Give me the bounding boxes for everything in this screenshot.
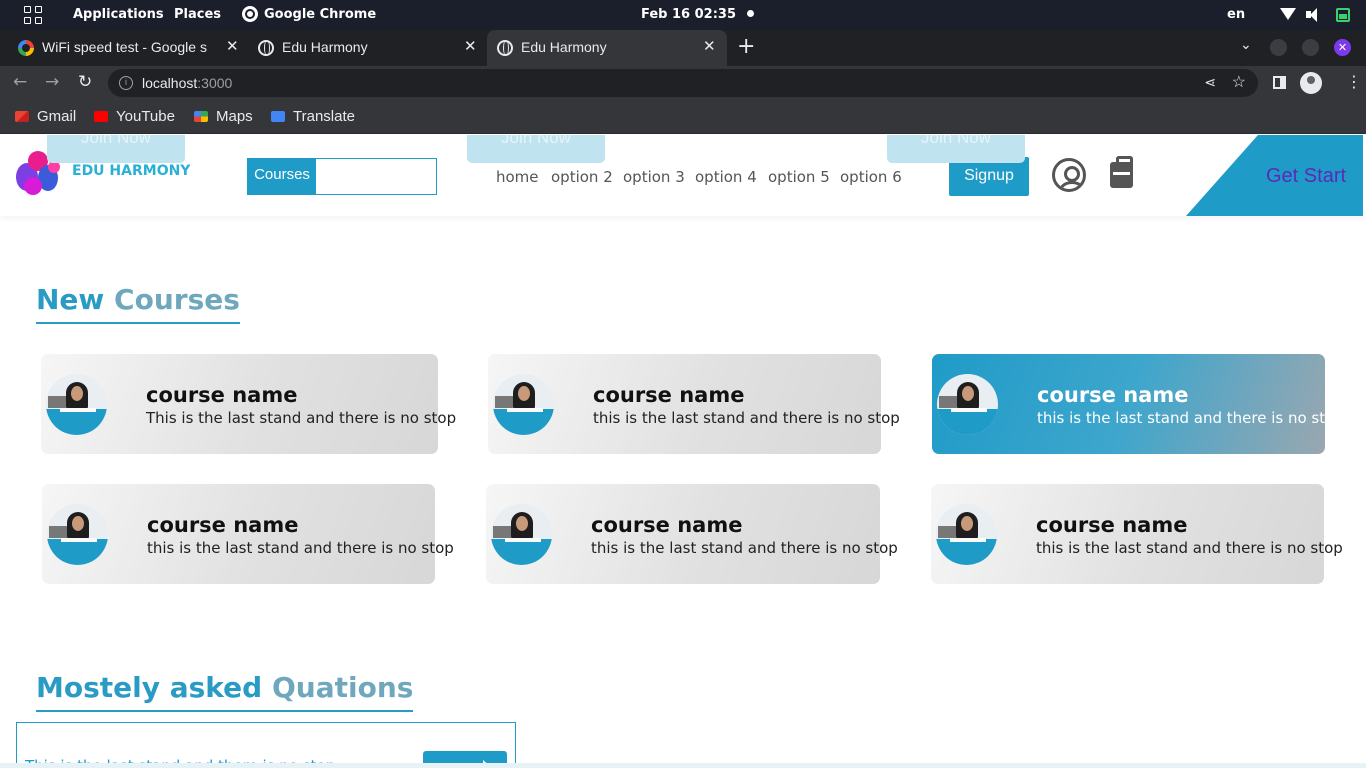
course-name: course name: [146, 383, 298, 407]
course-avatar: [936, 504, 997, 565]
active-app-label[interactable]: Google Chrome: [264, 7, 376, 22]
shopping-bag-icon[interactable]: [1110, 156, 1133, 188]
course-name: course name: [1036, 513, 1188, 537]
course-description: This is the last stand and there is no s…: [146, 409, 457, 427]
places-menu[interactable]: Places: [174, 7, 221, 22]
bookmark-youtube[interactable]: YouTube: [94, 108, 175, 125]
nav-home[interactable]: home: [496, 168, 539, 186]
faq-item[interactable]: This is the last stand and there is no s…: [16, 722, 516, 768]
page-bottom-strip: [0, 763, 1366, 768]
forward-arrow-icon[interactable]: →: [45, 72, 59, 92]
course-search: Courses: [247, 158, 437, 195]
user-account-icon[interactable]: [1052, 158, 1086, 192]
course-description: this is the last stand and there is no s…: [1036, 539, 1343, 557]
battery-icon[interactable]: [1336, 8, 1350, 22]
volume-icon[interactable]: [1306, 8, 1320, 22]
nav-option-6[interactable]: option 6: [840, 168, 902, 186]
join-now-button[interactable]: Join Now: [887, 135, 1025, 163]
nav-option-4[interactable]: option 4: [695, 168, 757, 186]
new-courses-heading: New Courses: [36, 283, 240, 324]
share-icon[interactable]: ⋖: [1204, 74, 1216, 91]
get-start-label: Get Start: [1266, 165, 1347, 187]
notification-dot-icon: [747, 10, 754, 17]
tab-search-chevron-icon[interactable]: ⌄: [1240, 37, 1252, 53]
course-description: this is the last stand and there is no s…: [147, 539, 454, 557]
address-bar[interactable]: i localhost:3000 ⋖ ☆: [108, 69, 1258, 97]
course-description: this is the last stand and there is no s…: [1037, 409, 1344, 427]
gmail-icon: [15, 111, 29, 122]
join-now-button[interactable]: Join Now: [47, 135, 185, 163]
bookmark-gmail[interactable]: Gmail: [15, 108, 76, 125]
tab-wifi-speed-test[interactable]: WiFi speed test - Google s ✕: [8, 30, 248, 66]
kebab-menu-icon[interactable]: ⋮: [1346, 72, 1362, 91]
course-card[interactable]: course name this is the last stand and t…: [488, 354, 900, 454]
course-avatar: [47, 504, 108, 565]
course-description: this is the last stand and there is no s…: [591, 539, 898, 557]
course-avatar: [937, 374, 998, 435]
faq-heading: Mostely asked Quations: [36, 671, 414, 712]
url-text[interactable]: localhost:3000: [142, 75, 232, 91]
translate-icon: [271, 111, 285, 122]
browser-toolbar: ← → ↻ i localhost:3000 ⋖ ☆ ⋮: [0, 66, 1366, 100]
tab-edu-harmony-active[interactable]: Edu Harmony ✕: [487, 30, 727, 66]
nav-option-3[interactable]: option 3: [623, 168, 685, 186]
bookmark-translate[interactable]: Translate: [271, 108, 355, 125]
logo-text[interactable]: EDU HARMONY: [72, 163, 190, 179]
wifi-icon[interactable]: [1280, 8, 1296, 22]
clock[interactable]: Feb 16 02:35: [641, 7, 736, 22]
app-grid-icon[interactable]: [24, 6, 42, 24]
close-window-button[interactable]: ✕: [1334, 39, 1351, 56]
reload-icon[interactable]: ↻: [78, 72, 92, 92]
get-start-button[interactable]: Get Start: [1186, 135, 1363, 216]
profile-avatar-icon[interactable]: [1300, 72, 1322, 94]
side-panel-icon[interactable]: [1273, 76, 1286, 89]
tab-strip: WiFi speed test - Google s ✕ Edu Harmony…: [0, 30, 1366, 66]
globe-icon: [258, 40, 274, 56]
course-name: course name: [147, 513, 299, 537]
course-avatar: [46, 374, 107, 435]
maximize-button[interactable]: [1302, 39, 1319, 56]
nav-option-5[interactable]: option 5: [768, 168, 830, 186]
os-top-bar: Applications Places Google Chrome Feb 16…: [0, 0, 1366, 30]
close-icon[interactable]: ✕: [226, 37, 239, 55]
google-icon: [18, 40, 34, 56]
close-icon[interactable]: ✕: [464, 37, 477, 55]
youtube-icon: [94, 111, 108, 122]
new-tab-plus-icon[interactable]: +: [737, 34, 755, 59]
back-arrow-icon[interactable]: ←: [13, 72, 27, 92]
tab-edu-harmony[interactable]: Edu Harmony ✕: [248, 30, 488, 66]
keyboard-layout[interactable]: en: [1227, 7, 1245, 22]
course-avatar: [491, 504, 552, 565]
course-card[interactable]: course name This is the last stand and t…: [41, 354, 456, 454]
course-avatar: [493, 374, 554, 435]
course-card-highlighted[interactable]: course name this is the last stand and t…: [932, 354, 1344, 454]
bookmarks-bar: Gmail YouTube Maps Translate: [0, 100, 1366, 134]
tab-title: Edu Harmony: [282, 39, 368, 55]
course-name: course name: [1037, 383, 1189, 407]
course-card[interactable]: course name this is the last stand and t…: [931, 484, 1343, 584]
close-icon[interactable]: ✕: [703, 37, 716, 55]
course-name: course name: [593, 383, 745, 407]
page-content: EDU HARMONY Courses home option 2 option…: [0, 135, 1366, 768]
site-header: EDU HARMONY Courses home option 2 option…: [0, 135, 1366, 216]
tab-title: Edu Harmony: [521, 39, 607, 55]
bookmark-maps[interactable]: Maps: [194, 108, 253, 125]
maps-icon: [194, 111, 208, 122]
tab-title: WiFi speed test - Google s: [42, 39, 207, 55]
course-card[interactable]: course name this is the last stand and t…: [486, 484, 898, 584]
applications-menu[interactable]: Applications: [73, 7, 164, 22]
course-card[interactable]: course name this is the last stand and t…: [42, 484, 454, 584]
join-now-button[interactable]: Join Now: [467, 135, 605, 163]
courses-dropdown-button[interactable]: Courses: [248, 159, 316, 194]
minimize-button[interactable]: [1270, 39, 1287, 56]
nav-option-2[interactable]: option 2: [551, 168, 613, 186]
bookmark-star-icon[interactable]: ☆: [1232, 72, 1246, 92]
site-info-icon[interactable]: i: [119, 76, 133, 90]
course-name: course name: [591, 513, 743, 537]
chrome-icon: [242, 6, 258, 22]
course-description: this is the last stand and there is no s…: [593, 409, 900, 427]
globe-icon: [497, 40, 513, 56]
